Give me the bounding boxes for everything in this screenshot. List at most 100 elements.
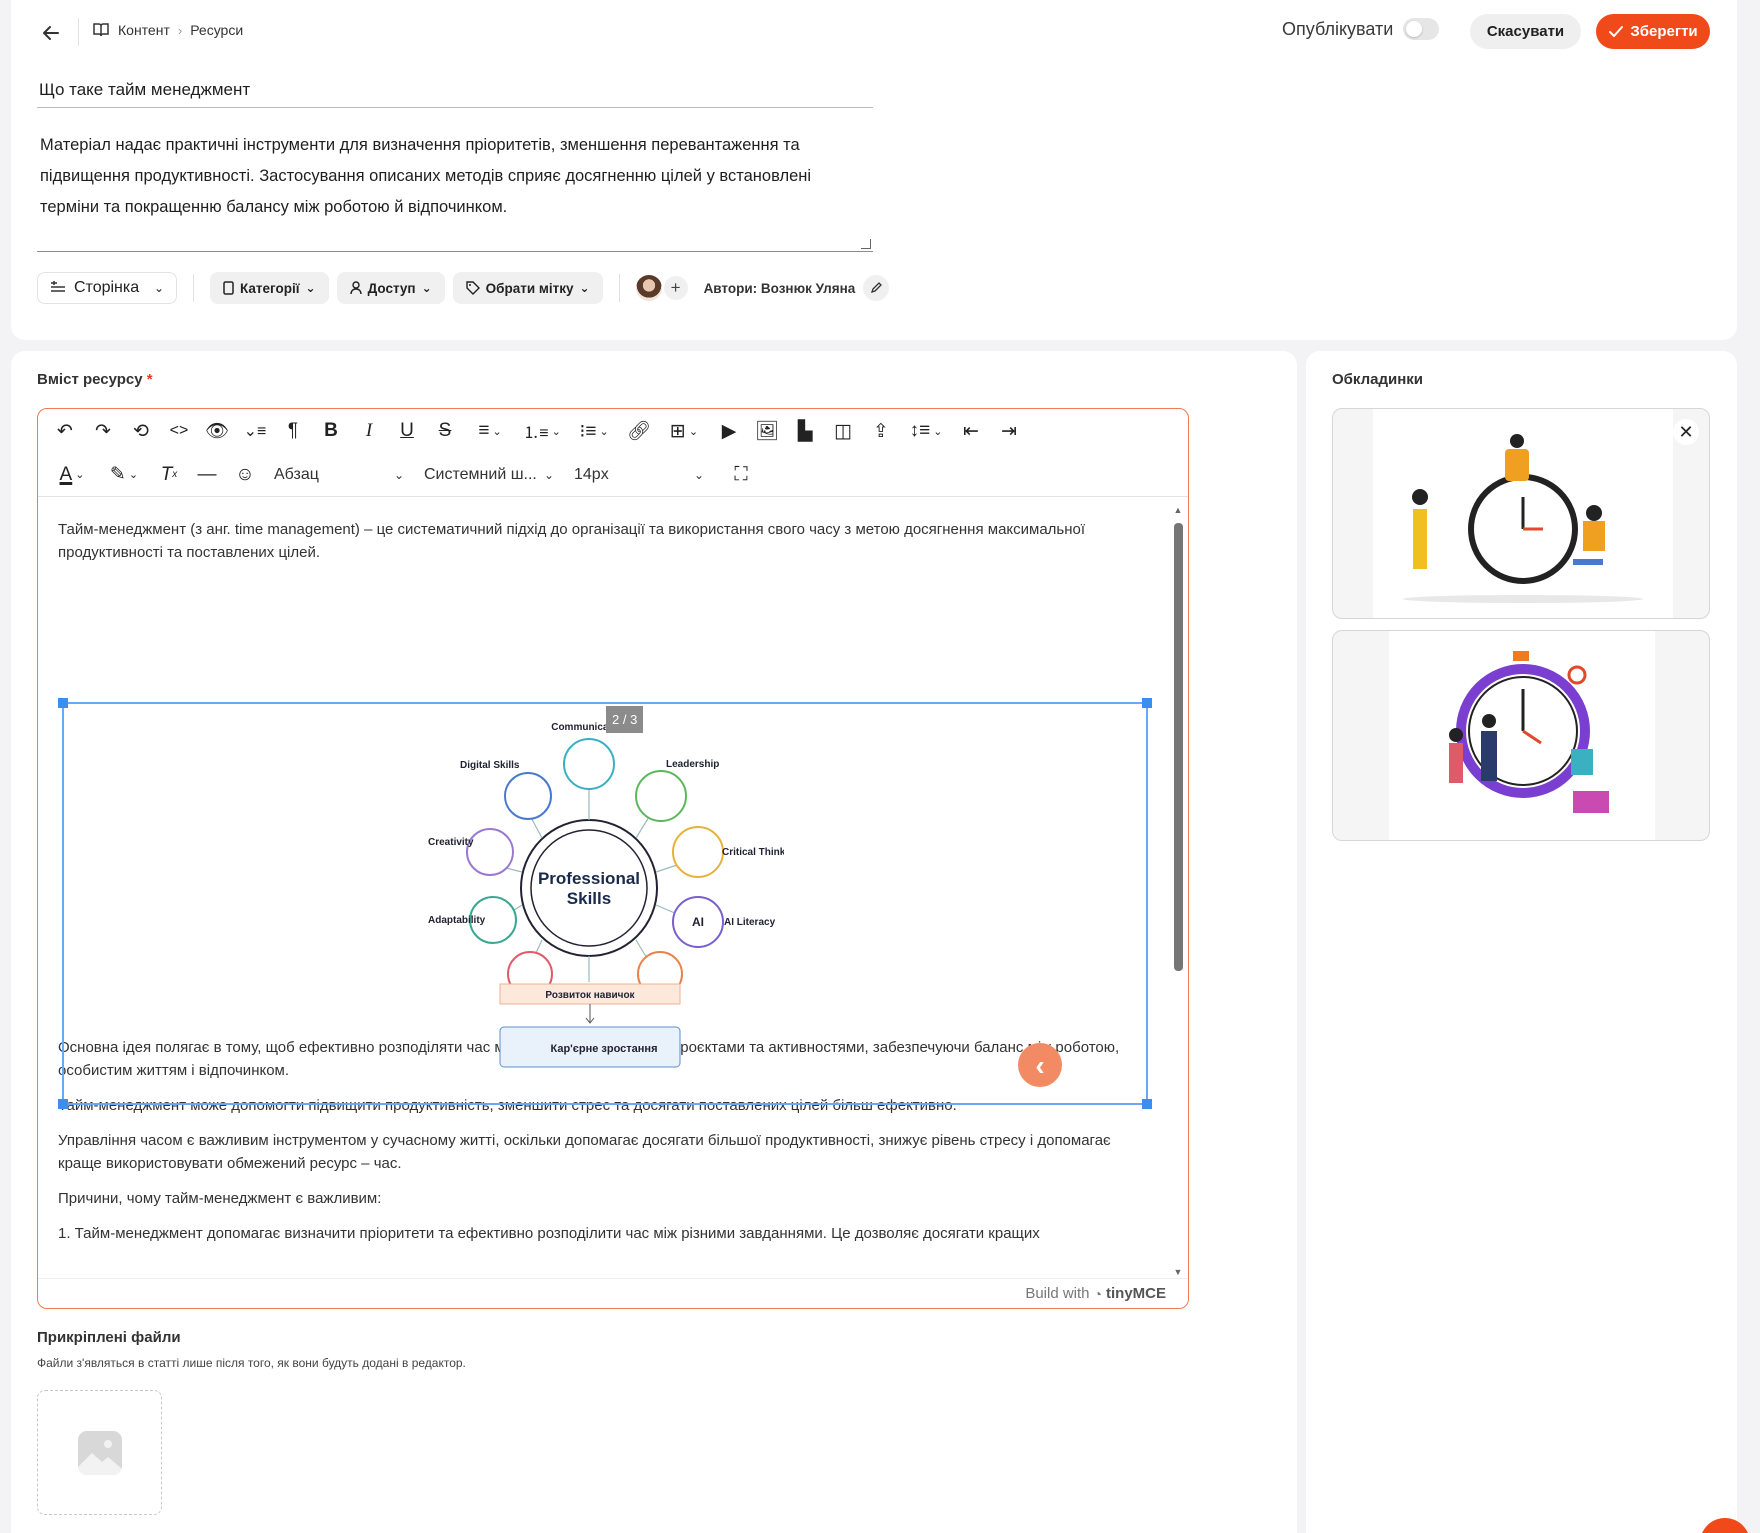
header-divider: [78, 18, 79, 46]
template-icon[interactable]: ◫: [824, 415, 862, 447]
edit-authors-button[interactable]: [863, 275, 890, 301]
svg-text:Leadership: Leadership: [666, 759, 719, 770]
breadcrumb: Контент › Ресурси: [92, 22, 243, 38]
resize-handle[interactable]: [1142, 1099, 1152, 1109]
font-family-select[interactable]: Системний ш... ⌄: [414, 459, 564, 491]
image-icon[interactable]: 🖼︎: [748, 415, 786, 447]
outdent-icon[interactable]: ⇤: [952, 415, 990, 447]
editor-scrollbar[interactable]: ▲ ▼: [1172, 505, 1184, 1277]
editor-content[interactable]: Тайм-менеджмент (з анг. time management)…: [38, 498, 1164, 1280]
history-icon[interactable]: ⟲: [122, 415, 160, 447]
chevron-down-icon: ⌄: [543, 467, 554, 482]
breadcrumb-item-resources[interactable]: Ресурси: [190, 22, 243, 38]
underline-icon[interactable]: U: [388, 415, 426, 447]
paragraph: Причини, чому тайм-менеджмент є важливим…: [58, 1190, 382, 1207]
type-select[interactable]: Сторінка ⌄: [37, 272, 177, 304]
highlight-color-icon[interactable]: ✎ ⌄: [98, 459, 150, 491]
text-color-icon[interactable]: A ⌄: [46, 459, 98, 491]
build-with-label: Build with: [1025, 1285, 1090, 1302]
resize-grip-icon[interactable]: [861, 239, 871, 249]
code-icon[interactable]: <>: [160, 415, 198, 447]
back-button[interactable]: [36, 18, 66, 48]
cancel-button[interactable]: Скасувати: [1470, 14, 1581, 49]
breadcrumb-item-content[interactable]: Контент: [118, 22, 170, 38]
link-icon[interactable]: 🔗︎: [620, 415, 658, 447]
scroll-down-icon[interactable]: ▼: [1172, 1267, 1184, 1277]
save-button[interactable]: Зберегти: [1596, 14, 1710, 49]
resize-handle[interactable]: [58, 1099, 68, 1109]
redo-icon[interactable]: ↷: [84, 415, 122, 447]
categories-select[interactable]: Категорії ⌄: [210, 272, 329, 304]
toc-icon[interactable]: ⌄≡: [236, 415, 274, 447]
editor-toolbar-row-2: A ⌄ ✎ ⌄ Tx — ☺ Абзац ⌄ Системний ш... ⌄ 14px…: [38, 453, 1188, 497]
pencil-icon: [871, 282, 883, 294]
image-placeholder-icon: [77, 1430, 122, 1475]
format-painter-icon[interactable]: ▙: [786, 415, 824, 447]
attachments-title: Прикріплені файли: [37, 1329, 181, 1346]
diagram-box-2: Кар'єрне зростання: [550, 1043, 657, 1055]
type-label: Сторінка: [74, 279, 140, 296]
description-textarea[interactable]: Матеріал надає практичні інструменти для…: [37, 128, 873, 252]
publish-label: Опублікувати: [1282, 18, 1394, 39]
svg-text:Adaptability: Adaptability: [428, 915, 486, 926]
carousel-prev-button[interactable]: ‹: [1018, 1043, 1062, 1087]
bold-icon[interactable]: B: [312, 415, 350, 447]
svg-text:Digital Skills: Digital Skills: [460, 760, 520, 771]
fullscreen-icon[interactable]: ⛶: [722, 459, 760, 491]
horizontal-rule-icon[interactable]: —: [188, 459, 226, 491]
upload-icon[interactable]: ⇪: [862, 415, 900, 447]
table-icon[interactable]: ⊞ ⌄: [658, 415, 710, 447]
font-size-select[interactable]: 14px ⌄: [564, 459, 714, 491]
cover-image-1[interactable]: ✕: [1332, 408, 1710, 619]
tinymce-brand[interactable]: tinyMCE: [1106, 1285, 1166, 1302]
align-icon[interactable]: ≡ ⌄: [464, 415, 516, 447]
access-select[interactable]: Доступ ⌄: [336, 272, 445, 304]
svg-text:Creativity: Creativity: [428, 837, 474, 848]
show-blocks-icon[interactable]: ¶: [274, 415, 312, 447]
italic-icon[interactable]: I: [350, 415, 388, 447]
paragraph: 1. Тайм-менеджмент допомагає визначити п…: [58, 1225, 1040, 1242]
scroll-thumb[interactable]: [1174, 523, 1183, 971]
chevron-down-icon: ⌄: [693, 467, 704, 482]
diagram-center-label: Professional: [538, 869, 640, 888]
content-label-text: Вміст ресурсу: [37, 371, 143, 388]
indent-icon[interactable]: ⇥: [990, 415, 1028, 447]
font-family-value: Системний ш...: [424, 465, 537, 483]
add-author-button[interactable]: +: [663, 276, 688, 300]
undo-icon[interactable]: ↶: [46, 415, 84, 447]
communication-node: [563, 738, 615, 790]
line-height-icon[interactable]: ↕≡ ⌄: [900, 415, 952, 447]
strikethrough-icon[interactable]: S: [426, 415, 464, 447]
page-type-icon: [51, 281, 65, 292]
block-format-select[interactable]: Абзац ⌄: [264, 459, 414, 491]
font-size-value: 14px: [574, 465, 609, 483]
cover-image-2[interactable]: [1332, 630, 1710, 841]
remove-cover-button[interactable]: ✕: [1673, 419, 1699, 445]
numbered-list-icon[interactable]: ⒈≡ ⌄: [516, 415, 568, 447]
publish-toggle[interactable]: [1403, 18, 1440, 40]
scroll-up-icon[interactable]: ▲: [1172, 505, 1184, 515]
preview-eye-icon[interactable]: 👁︎: [198, 415, 236, 447]
svg-text:AI Literacy: AI Literacy: [724, 917, 776, 928]
chevron-down-icon: ⌄: [579, 281, 590, 295]
tag-icon: [465, 281, 480, 295]
publish-control: Опублікувати: [1282, 18, 1440, 40]
tag-select[interactable]: Обрати мітку ⌄: [452, 272, 603, 304]
media-icon[interactable]: ▶: [710, 415, 748, 447]
bullet-list-icon[interactable]: ⁝≡ ⌄: [568, 415, 620, 447]
title-input[interactable]: Що таке тайм менеджмент: [37, 72, 873, 108]
clear-formatting-icon[interactable]: Tx: [150, 459, 188, 491]
chevron-down-icon: ⌄: [153, 281, 164, 295]
resize-handle[interactable]: [1142, 698, 1152, 708]
intro-paragraph: Тайм-менеджмент (з анг. time management)…: [58, 521, 1086, 561]
paragraph: Управління часом є важливим інструментом…: [58, 1132, 1111, 1172]
resize-handle[interactable]: [58, 698, 68, 708]
image-carousel[interactable]: Professional Skills Communication Leader…: [58, 698, 1152, 1109]
check-icon: [1609, 25, 1624, 37]
attachment-dropzone[interactable]: [37, 1390, 162, 1515]
authors-label: Автори: Вознюк Уляна: [703, 280, 856, 296]
chevron-down-icon: ⌄: [421, 281, 432, 295]
editor-toolbar-row-1: ↶ ↷ ⟲ <> 👁︎ ⌄≡ ¶ B I U S ≡ ⌄ ⒈≡ ⌄ ⁝≡ ⌄ 🔗︎ ⊞…: [38, 409, 1188, 453]
emoji-icon[interactable]: ☺: [226, 459, 264, 491]
slide-counter: 2 / 3: [606, 706, 644, 733]
